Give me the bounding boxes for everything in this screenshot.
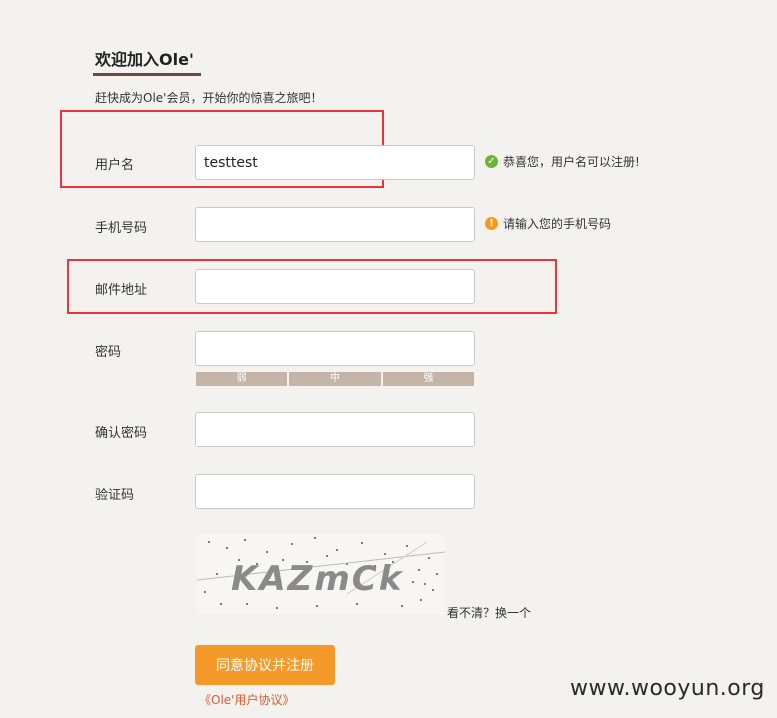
- username-label: 用户名: [95, 158, 135, 173]
- username-hint: ✓ 恭喜您，用户名可以注册!: [485, 153, 640, 170]
- password-strength-meter: 弱 中 强: [196, 372, 474, 386]
- username-input[interactable]: [195, 145, 475, 180]
- captcha-image[interactable]: KAZmCk: [196, 534, 446, 614]
- registration-page: 欢迎加入Ole' 赶快成为Ole'会员，开始你的惊喜之旅吧！ 用户名 ✓ 恭喜您…: [0, 0, 777, 718]
- register-button[interactable]: 同意协议并注册: [195, 645, 335, 685]
- strength-strong: 强: [382, 372, 474, 386]
- phone-input[interactable]: [195, 207, 475, 242]
- phone-hint-text: 请输入您的手机号码: [503, 217, 612, 231]
- password-label: 密码: [95, 345, 122, 360]
- phone-hint: ! 请输入您的手机号码: [485, 215, 611, 232]
- captcha-input[interactable]: [195, 474, 475, 509]
- page-title: 欢迎加入Ole': [95, 50, 194, 69]
- captcha-label: 验证码: [95, 488, 135, 503]
- captcha-refresh-link[interactable]: 看不清？换一个: [447, 604, 531, 621]
- captcha-noise: KAZmCk: [196, 537, 446, 609]
- user-agreement-link[interactable]: 《Ole'用户协议》: [199, 691, 294, 708]
- captcha-text: KAZmCk: [231, 559, 404, 599]
- phone-label: 手机号码: [95, 221, 148, 236]
- exclamation-circle-icon: !: [485, 217, 498, 230]
- page-subtitle: 赶快成为Ole'会员，开始你的惊喜之旅吧！: [95, 91, 323, 105]
- password-input[interactable]: [195, 331, 475, 366]
- check-circle-icon: ✓: [485, 155, 498, 168]
- confirm-password-label: 确认密码: [95, 426, 148, 441]
- strength-weak: 弱: [196, 372, 288, 386]
- confirm-password-input[interactable]: [195, 412, 475, 447]
- strength-medium: 中: [289, 372, 381, 386]
- title-underline: [93, 73, 201, 76]
- username-hint-text: 恭喜您，用户名可以注册!: [503, 155, 640, 169]
- email-input[interactable]: [195, 269, 475, 304]
- watermark: www.wooyun.org: [570, 676, 765, 701]
- email-label: 邮件地址: [95, 283, 148, 298]
